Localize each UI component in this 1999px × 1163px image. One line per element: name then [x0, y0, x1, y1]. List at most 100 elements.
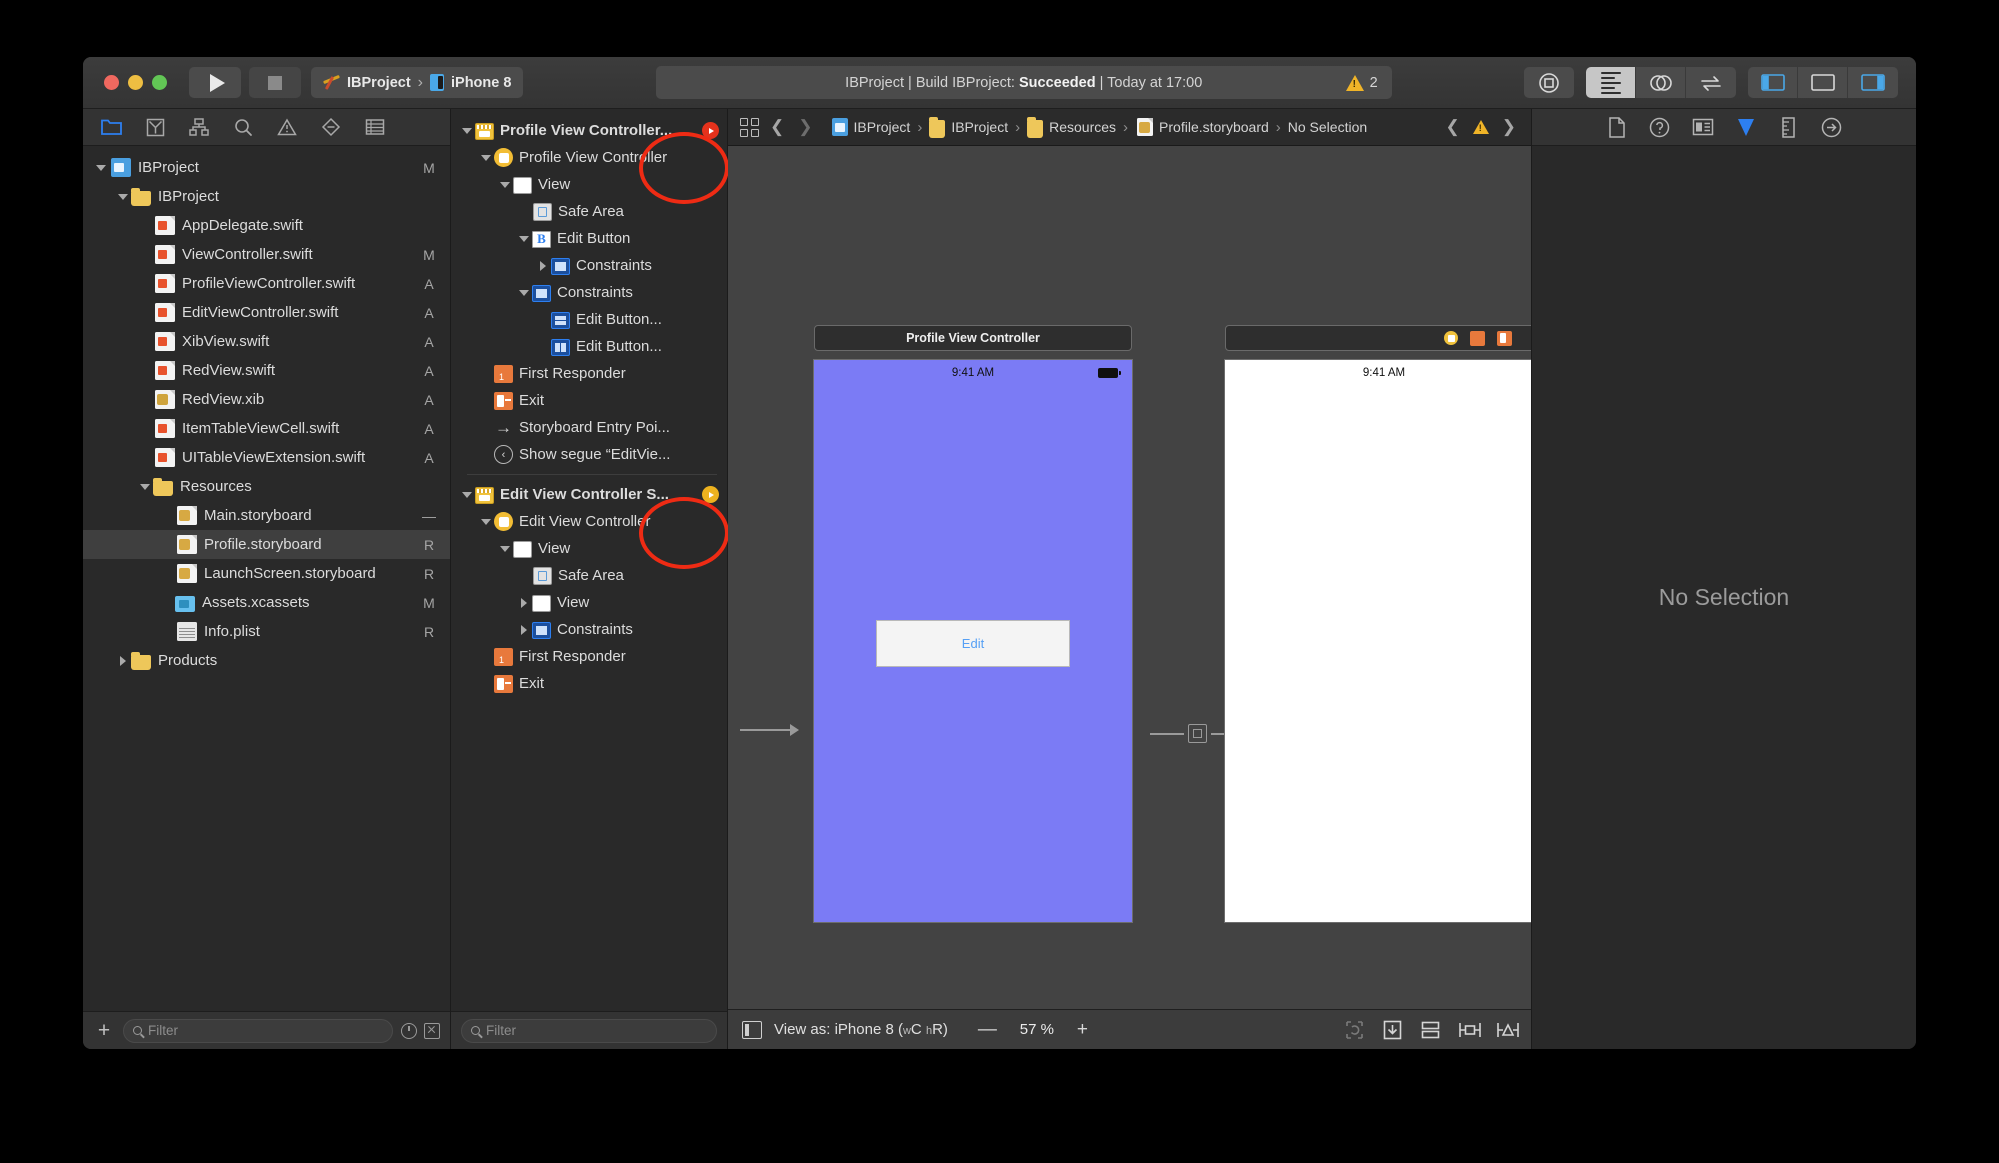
back-chevron-icon[interactable]: ❮ — [767, 117, 787, 137]
navigator-row[interactable]: AppDelegate.swift — [83, 211, 450, 240]
symbol-navigator-button[interactable] — [177, 112, 221, 142]
chevron-down-icon[interactable] — [497, 541, 513, 557]
document-outline-toggle-icon[interactable] — [742, 1021, 762, 1039]
breadcrumb-item-storyboard[interactable]: Profile.storyboard — [1135, 118, 1269, 136]
outline-row[interactable]: View — [451, 589, 727, 616]
outline-row[interactable]: Constraints — [451, 252, 727, 279]
quick-help-inspector-button[interactable] — [1649, 116, 1671, 138]
outline-row[interactable]: First Responder — [451, 360, 727, 387]
chevron-down-icon[interactable] — [115, 189, 131, 205]
outline-row[interactable]: Constraints — [451, 279, 727, 306]
scene-warning-badge[interactable] — [702, 486, 719, 503]
outline-row[interactable]: BEdit Button — [451, 225, 727, 252]
navigator-row[interactable]: EditViewController.swiftA — [83, 298, 450, 327]
project-navigator-tree[interactable]: IBProjectMIBProjectAppDelegate.swiftView… — [83, 146, 450, 1011]
chevron-right-icon[interactable] — [516, 595, 532, 611]
chevron-down-icon[interactable] — [137, 479, 153, 495]
outline-row[interactable]: First Responder — [451, 643, 727, 670]
chevron-right-icon[interactable] — [516, 622, 532, 638]
outline-row[interactable]: Profile View Controller — [451, 144, 727, 171]
navigator-row[interactable]: XibView.swiftA — [83, 327, 450, 356]
outline-row[interactable]: Edit Button... — [451, 333, 727, 360]
outline-row[interactable]: →Storyboard Entry Poi... — [451, 414, 727, 441]
navigator-row[interactable]: Info.plistR — [83, 617, 450, 646]
zoom-in-button[interactable]: + — [1077, 1019, 1088, 1041]
breadcrumb-item-project[interactable]: IBProject — [830, 118, 911, 136]
outline-row[interactable]: Exit — [451, 670, 727, 697]
outline-row[interactable]: Edit Button... — [451, 306, 727, 333]
chevron-right-icon[interactable] — [115, 653, 131, 669]
resolve-auto-layout-icon[interactable] — [1496, 1020, 1517, 1040]
breadcrumb-item-selection[interactable]: No Selection — [1288, 119, 1367, 135]
attributes-inspector-button[interactable] — [1735, 116, 1757, 138]
chevron-down-icon[interactable] — [478, 514, 494, 530]
navigator-row[interactable]: IBProjectM — [83, 153, 450, 182]
scene2-device[interactable]: 9:41 AM — [1225, 360, 1531, 922]
navigator-row[interactable]: RedView.swiftA — [83, 356, 450, 385]
view-controller-badge-icon[interactable] — [1444, 331, 1458, 345]
edit-button-canvas[interactable]: Edit — [876, 620, 1070, 667]
document-outline-tree[interactable]: Profile View Controller...Profile View C… — [451, 109, 727, 1011]
stop-button[interactable] — [249, 67, 301, 98]
chevron-down-icon[interactable] — [459, 487, 475, 503]
chevron-right-icon[interactable] — [535, 258, 551, 274]
find-navigator-button[interactable] — [221, 112, 265, 142]
test-navigator-button[interactable] — [309, 112, 353, 142]
outline-row[interactable]: Safe Area — [451, 562, 727, 589]
chevron-down-icon[interactable] — [459, 123, 475, 139]
connections-inspector-button[interactable] — [1821, 116, 1843, 138]
issue-navigator-button[interactable] — [265, 112, 309, 142]
navigator-filter-field[interactable]: Filter — [123, 1019, 393, 1043]
toggle-debug-area-button[interactable] — [1798, 67, 1848, 98]
breadcrumb-item-group[interactable]: IBProject — [929, 117, 1008, 138]
outline-row[interactable]: Edit View Controller — [451, 508, 727, 535]
warning-icon[interactable] — [1473, 120, 1489, 134]
outline-row[interactable]: Constraints — [451, 616, 727, 643]
source-control-navigator-button[interactable] — [133, 112, 177, 142]
next-issue-icon[interactable]: ❯ — [1499, 117, 1519, 137]
outline-row[interactable]: ‹Show segue “EditVie... — [451, 441, 727, 468]
navigator-row[interactable]: ProfileViewController.swiftA — [83, 269, 450, 298]
outline-row[interactable]: Edit View Controller S... — [451, 481, 727, 508]
navigator-row[interactable]: Profile.storyboardR — [83, 530, 450, 559]
outline-row[interactable]: Safe Area — [451, 198, 727, 225]
outline-filter-field[interactable]: Filter — [461, 1019, 717, 1043]
navigator-row[interactable]: ViewController.swiftM — [83, 240, 450, 269]
chevron-down-icon[interactable] — [516, 285, 532, 301]
segue-badge-icon[interactable] — [1188, 724, 1207, 743]
navigator-row[interactable]: RedView.xibA — [83, 385, 450, 414]
navigator-row[interactable]: ItemTableViewCell.swiftA — [83, 414, 450, 443]
run-button[interactable] — [189, 67, 241, 98]
chevron-down-icon[interactable] — [478, 150, 494, 166]
previous-issue-icon[interactable]: ❮ — [1443, 117, 1463, 137]
source-control-filter-icon[interactable] — [424, 1023, 440, 1039]
view-as-control[interactable]: View as: iPhone 8 (wC hR) — [774, 1021, 948, 1038]
breadcrumb-item-resources[interactable]: Resources — [1027, 117, 1116, 138]
toggle-inspector-button[interactable] — [1848, 67, 1898, 98]
navigator-row[interactable]: UITableViewExtension.swiftA — [83, 443, 450, 472]
scene1-device[interactable]: 9:41 AM Edit — [814, 360, 1132, 922]
outline-row[interactable]: Exit — [451, 387, 727, 414]
related-items-icon[interactable] — [740, 118, 759, 137]
minimize-window-button[interactable] — [128, 75, 143, 90]
outline-row[interactable]: Profile View Controller... — [451, 117, 727, 144]
navigator-row[interactable]: IBProject — [83, 182, 450, 211]
chevron-down-icon[interactable] — [497, 177, 513, 193]
add-file-button[interactable]: + — [93, 1019, 115, 1043]
activity-view[interactable]: IBProject | Build IBProject: Succeeded |… — [656, 66, 1392, 99]
scene1-title-bar[interactable]: Profile View Controller — [814, 325, 1132, 351]
toggle-navigator-button[interactable] — [1748, 67, 1798, 98]
close-window-button[interactable] — [104, 75, 119, 90]
navigator-row[interactable]: LaunchScreen.storyboardR — [83, 559, 450, 588]
update-frames-icon[interactable] — [1344, 1020, 1365, 1040]
storyboard-canvas[interactable]: Profile View Controller 9:41 AM Edit — [728, 146, 1531, 1009]
outline-row[interactable]: View — [451, 171, 727, 198]
scene2-title-bar[interactable] — [1225, 325, 1531, 351]
standard-editor-button[interactable] — [1586, 67, 1636, 98]
size-inspector-button[interactable] — [1778, 116, 1800, 138]
exit-badge-icon[interactable] — [1497, 331, 1512, 346]
identity-inspector-button[interactable] — [1692, 116, 1714, 138]
assistant-editor-button[interactable] — [1636, 67, 1686, 98]
navigator-row[interactable]: Resources — [83, 472, 450, 501]
warnings-indicator[interactable]: 2 — [1346, 75, 1378, 91]
